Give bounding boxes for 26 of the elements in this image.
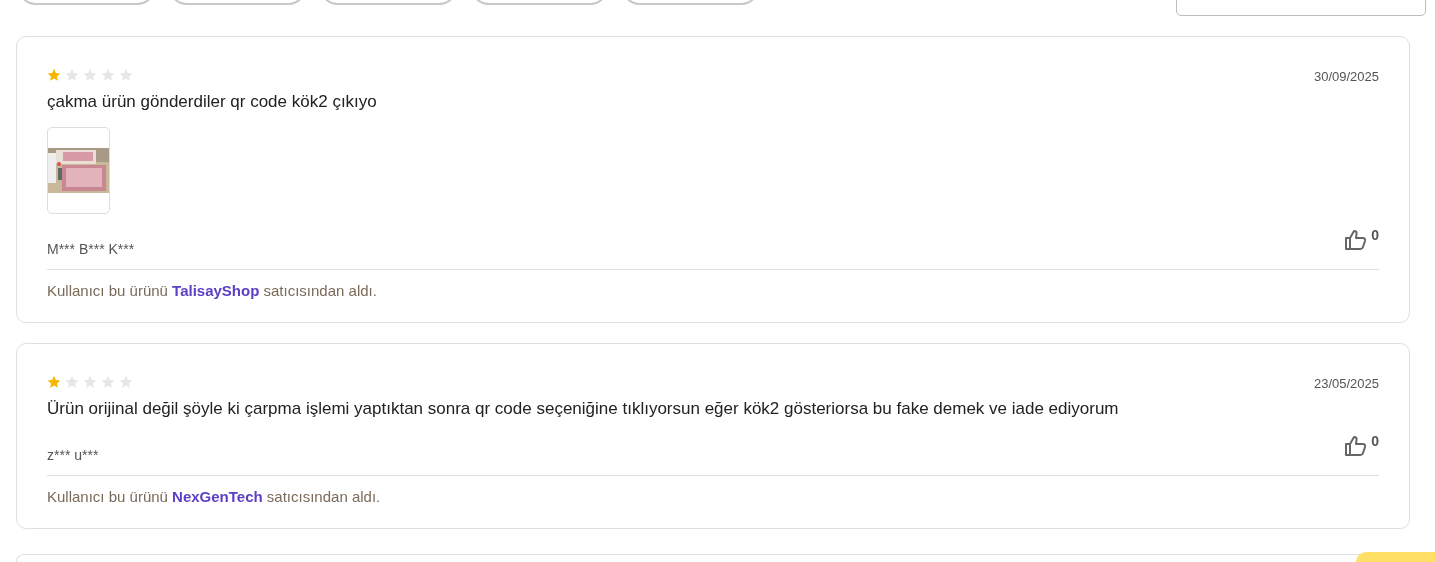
chat-button[interactable]: [1356, 552, 1435, 562]
like-button[interactable]: 0: [1344, 227, 1379, 252]
seller-link[interactable]: NexGenTech: [172, 487, 263, 505]
image-thumbnail[interactable]: [47, 126, 110, 214]
like-button[interactable]: 0: [1344, 433, 1379, 458]
star-icon: [119, 68, 133, 82]
star-icon: [65, 68, 79, 82]
star-icon: [83, 68, 97, 82]
thumbs-up-icon: [1344, 433, 1369, 458]
purchase-note: Kullanıcı bu ürünü TalisayShop satıcısından aldı.: [47, 280, 378, 301]
review-date: 23/05/2025: [1313, 375, 1379, 393]
star-icon: [65, 375, 79, 389]
star-icon: [83, 375, 97, 389]
star-icon: [47, 68, 61, 82]
reviewer-name: M*** B*** K***: [47, 239, 135, 259]
seller-link[interactable]: TalisayShop: [172, 281, 260, 299]
reviewer-name: z*** u***: [47, 445, 99, 465]
star-icon: [47, 375, 61, 389]
star-icon: [101, 68, 115, 82]
review-text: çakma ürün gönderdiler qr code kök2 çıkıyo: [47, 90, 378, 113]
star-icon: [119, 375, 133, 389]
purchase-note: Kullanıcı bu ürünü NexGenTech satıcısından aldı.: [47, 486, 382, 507]
review-text: Ürün orijinal değil şöyle ki çarpma işlemi yaptıktan sonra qr code seçeniğine tıklıyorsun eğer kök2 gösteriorsa bu fake demek ve iade ediyorum: [47, 397, 1120, 420]
star-icon: [101, 375, 115, 389]
thumbs-up-icon: [1344, 227, 1369, 252]
review-date: 30/09/2025: [1313, 68, 1379, 86]
